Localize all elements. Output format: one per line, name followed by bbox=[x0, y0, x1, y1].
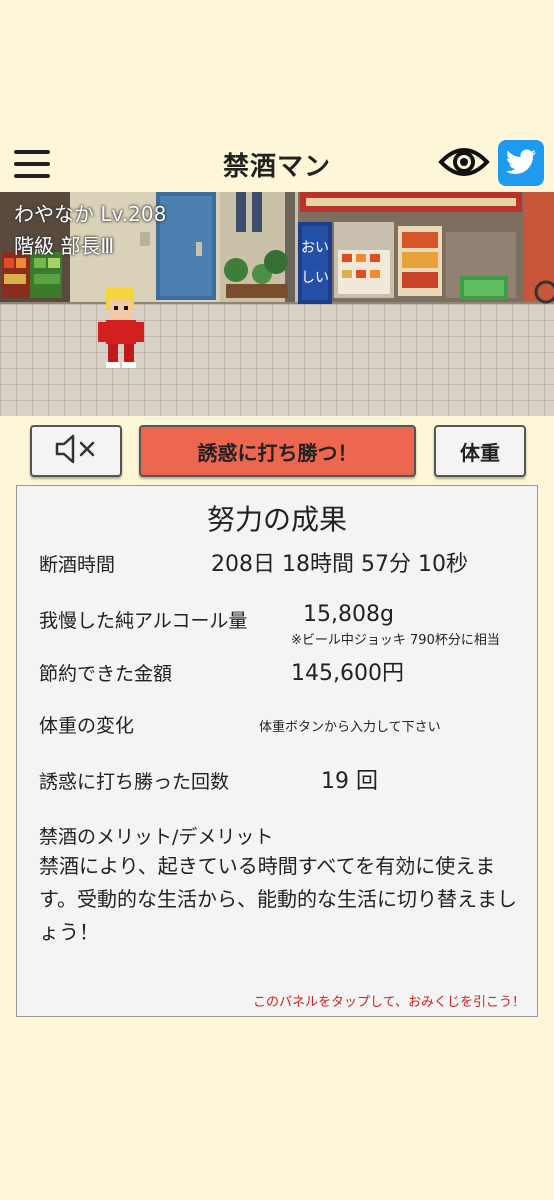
twitter-icon[interactable] bbox=[498, 140, 544, 186]
abstinence-time-value: 208日 18時間 57分 10秒 bbox=[211, 552, 468, 577]
app-header: 禁酒マン bbox=[0, 134, 554, 192]
panel-title: 努力の成果 bbox=[206, 503, 347, 536]
player-name-level: わやなか Lv.208 bbox=[14, 202, 167, 226]
weight-change-value: 体重ボタンから入力して下さい bbox=[259, 720, 441, 735]
omikuji-hint: このパネルをタップして、おみくじを引こう！ bbox=[253, 995, 525, 1010]
savings-label: 節約できた金額 bbox=[39, 663, 173, 685]
player-rank: 階級 部長Ⅲ bbox=[14, 234, 115, 258]
merit-text: 禁酒により、起きている時間すべてを有効に使えます。受動的な生活から、能動的な生活… bbox=[39, 854, 517, 944]
alcohol-amount-note: ※ビール中ジョッキ 790杯分に相当 bbox=[291, 633, 500, 648]
alcohol-amount-value: 15,808g bbox=[303, 602, 394, 627]
savings-value: 145,600円 bbox=[291, 661, 404, 686]
weight-button[interactable]: 体重 bbox=[434, 425, 526, 477]
temptation-count-label: 誘惑に打ち勝った回数 bbox=[39, 771, 230, 793]
weight-change-label: 体重の変化 bbox=[39, 715, 135, 737]
temptation-count-value: 19 回 bbox=[321, 769, 378, 794]
abstinence-time-label: 断酒時間 bbox=[39, 554, 116, 576]
speaker-mute-icon bbox=[53, 433, 99, 470]
shop-sign-text-2: しい bbox=[301, 270, 329, 286]
overcome-temptation-button[interactable]: 誘惑に打ち勝つ！ bbox=[139, 425, 416, 477]
mute-button[interactable] bbox=[30, 425, 122, 477]
merit-title: 禁酒のメリット/デメリット bbox=[39, 826, 274, 848]
results-panel[interactable]: 努力の成果 断酒時間 208日 18時間 57分 10秒 我慢した純アルコール量… bbox=[16, 485, 538, 1017]
eye-icon[interactable] bbox=[438, 144, 490, 180]
alcohol-amount-label: 我慢した純アルコール量 bbox=[39, 610, 248, 632]
shop-sign-text: おい bbox=[301, 240, 329, 256]
game-scene: おい しい わやなか Lv.208 階級 部長Ⅲ bbox=[0, 192, 554, 416]
